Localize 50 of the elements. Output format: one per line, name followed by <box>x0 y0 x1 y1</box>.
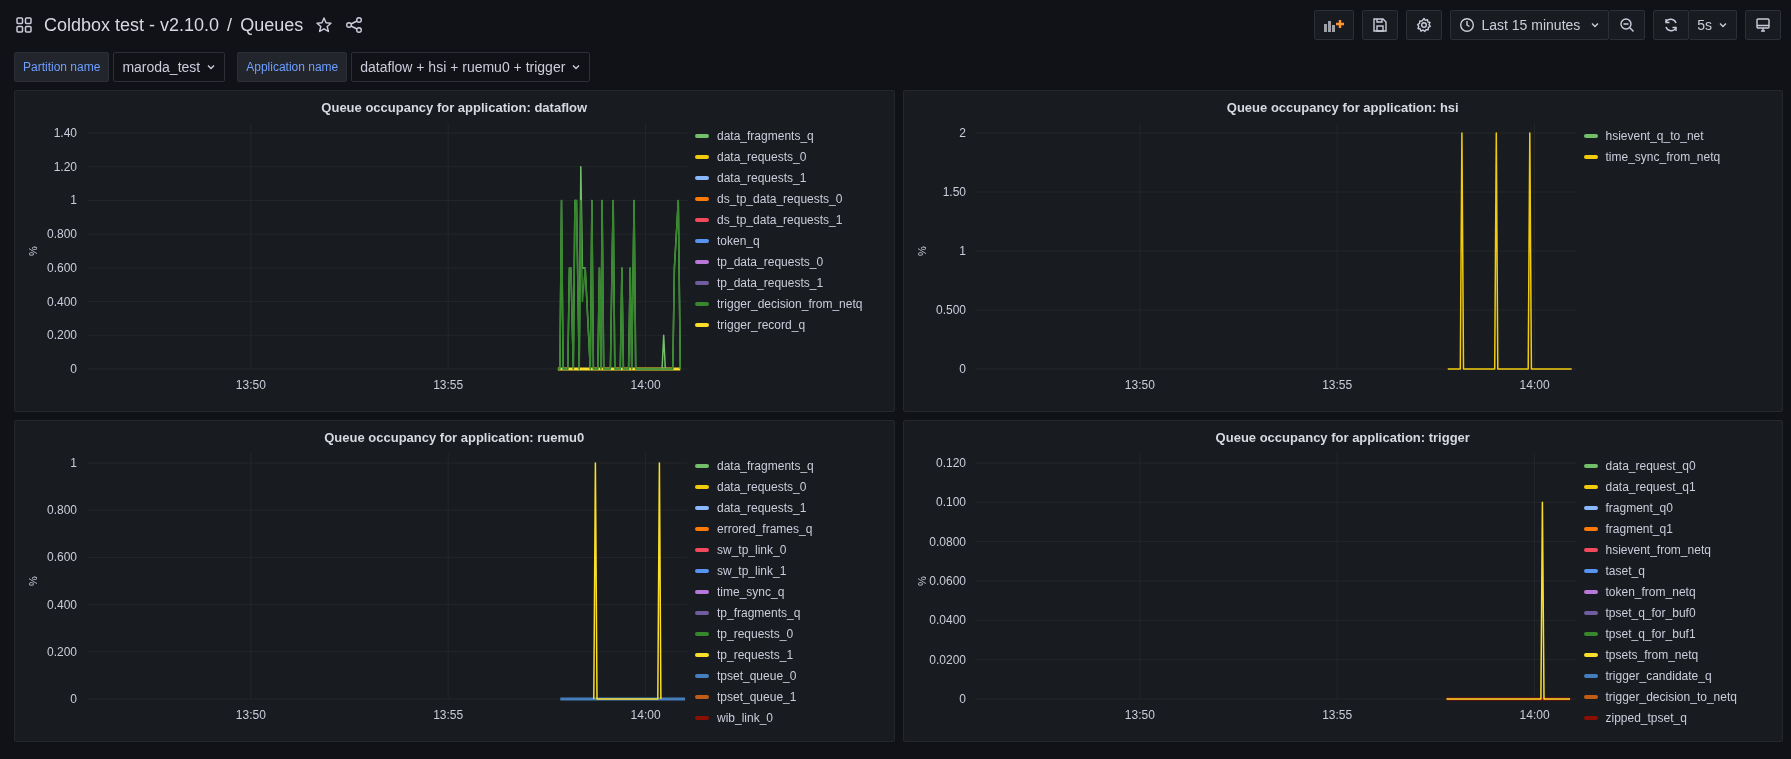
y-tick-label: 1.50 <box>942 185 966 199</box>
y-tick-label: 0.400 <box>46 597 77 612</box>
variable-label: Partition name <box>14 52 110 82</box>
y-tick-label: 0.800 <box>46 503 77 518</box>
x-tick-label: 14:00 <box>1519 708 1550 722</box>
y-tick-label: 0.600 <box>46 550 77 565</box>
y-tick-label: 0 <box>70 362 77 376</box>
axis-label: % <box>27 246 39 256</box>
y-tick-label: 1 <box>70 456 77 470</box>
y-tick-label: 0.200 <box>46 644 77 659</box>
y-tick-label: 1 <box>70 193 77 208</box>
breadcrumb-separator: / <box>227 14 233 36</box>
y-tick-label: 0 <box>958 692 966 706</box>
axis-label: % <box>915 246 928 256</box>
x-tick-label: 13:50 <box>1124 708 1155 722</box>
x-tick-label: 13:55 <box>1321 708 1352 722</box>
y-tick-label: 0.0400 <box>928 613 966 628</box>
y-tick-label: 0.200 <box>46 328 77 343</box>
x-tick-label: 13:50 <box>1124 378 1155 392</box>
y-tick-label: 0.100 <box>935 495 966 510</box>
y-tick-label: 0.600 <box>46 260 77 275</box>
y-tick-label: 0 <box>958 362 966 376</box>
x-tick-label: 13:55 <box>433 378 464 392</box>
x-tick-label: 14:00 <box>1519 378 1550 392</box>
y-tick-label: 0.800 <box>46 227 77 242</box>
y-tick-label: 0.0200 <box>928 652 966 667</box>
panel-title: Queue occupancy for application: trigger <box>1214 429 1471 447</box>
y-tick-label: 0.0800 <box>928 534 966 549</box>
y-tick-label: 1 <box>958 244 966 258</box>
y-tick-label: 2 <box>958 126 966 140</box>
x-tick-label: 14:00 <box>630 378 661 392</box>
x-tick-label: 13:55 <box>1321 378 1352 392</box>
variable-label: Application name <box>237 52 348 82</box>
panel-title: Queue occupancy for application: hsi <box>1225 99 1460 117</box>
panel-title: Queue occupancy for application: dataflow <box>320 99 589 117</box>
dashboard-title: Queues <box>240 14 304 36</box>
x-tick-label: 14:00 <box>630 708 661 722</box>
axis-label: % <box>915 576 928 586</box>
y-tick-label: 0 <box>70 692 77 706</box>
x-tick-label: 13:50 <box>235 708 266 722</box>
y-tick-label: 0.120 <box>935 456 966 470</box>
x-tick-label: 13:55 <box>433 708 464 722</box>
y-tick-label: 0.400 <box>46 294 77 309</box>
panel-title: Queue occupancy for application: ruemu0 <box>323 429 586 447</box>
y-tick-label: 0.0600 <box>928 574 966 588</box>
y-tick-label: 0.500 <box>935 303 966 317</box>
axis-label: % <box>27 576 39 586</box>
y-tick-label: 1.40 <box>53 126 77 140</box>
x-tick-label: 13:50 <box>235 378 266 392</box>
y-tick-label: 1.20 <box>53 159 77 174</box>
